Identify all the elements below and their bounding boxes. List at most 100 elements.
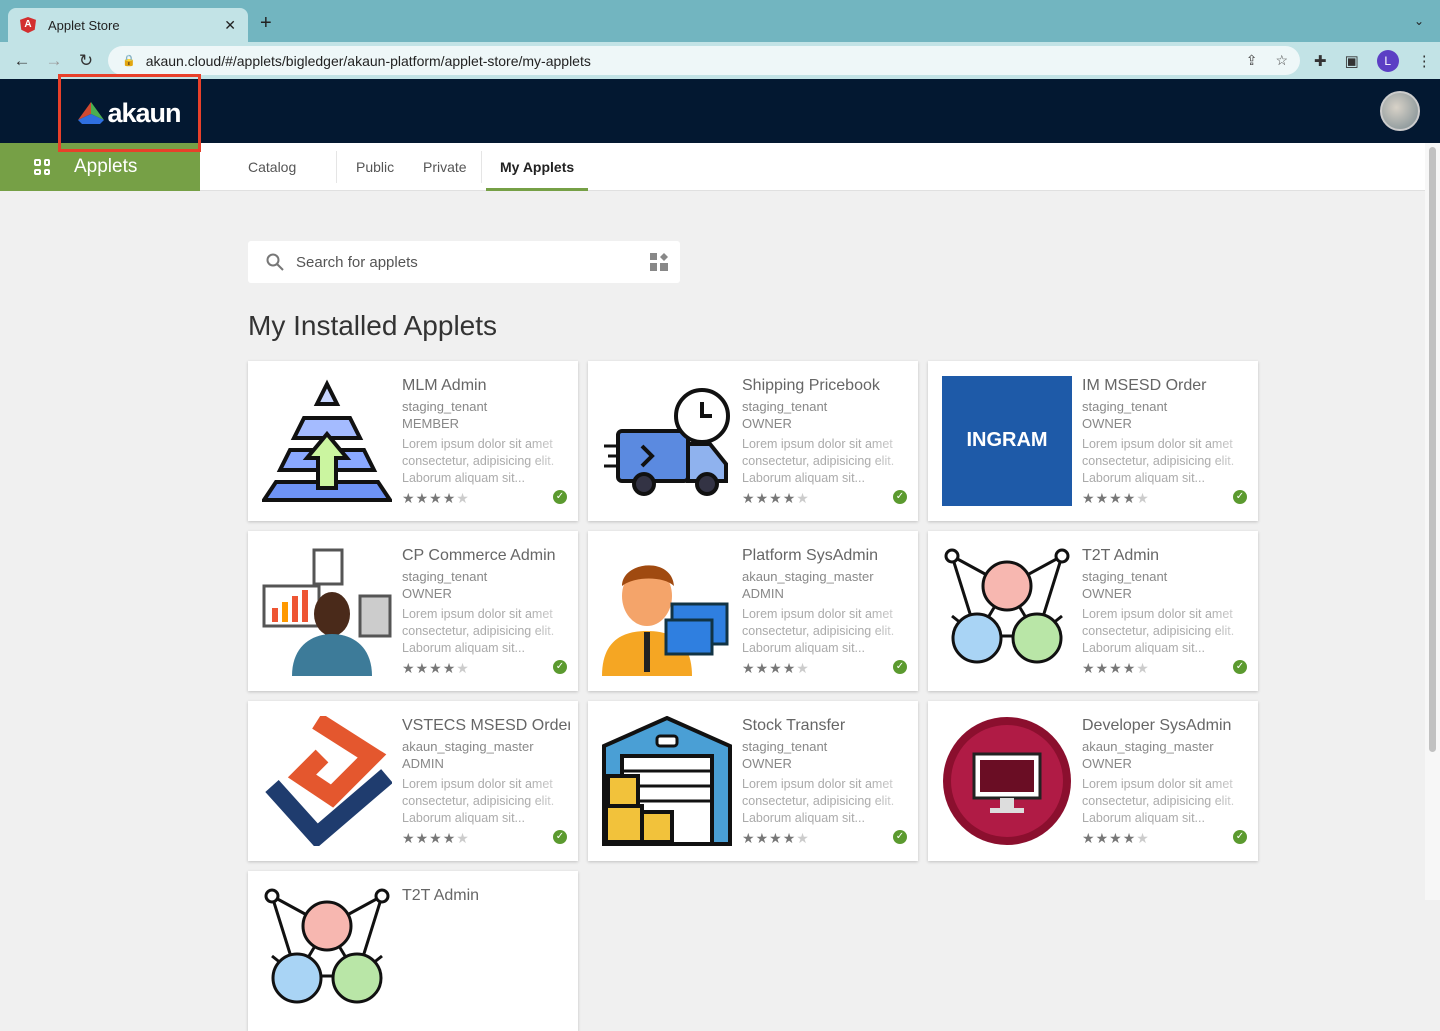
star-icon: ★ xyxy=(755,490,770,506)
star-icon: ★ xyxy=(742,660,756,676)
back-icon[interactable]: ← xyxy=(6,51,38,71)
star-icon: ★ xyxy=(415,490,430,506)
forward-icon[interactable]: → xyxy=(38,51,70,71)
side-panel-icon[interactable]: ▣ xyxy=(1345,52,1359,70)
share-icon[interactable]: ⇪ xyxy=(1246,52,1258,69)
star-icon: ★ xyxy=(456,660,470,676)
applet-description: Lorem ipsum dolor sit amet consectetur, … xyxy=(402,777,555,825)
applet-name: MLM Admin xyxy=(402,377,487,394)
applet-tenant: staging_tenant xyxy=(742,399,828,414)
applet-tenant: staging_tenant xyxy=(402,569,488,584)
applet-card[interactable]: Platform SysAdmin akaun_staging_master A… xyxy=(588,531,918,691)
applet-role: ADMIN xyxy=(742,586,784,601)
svg-text:INGRAM: INGRAM xyxy=(966,429,1047,451)
delivery-truck-icon xyxy=(602,376,732,506)
installed-check-icon: ✓ xyxy=(553,830,567,844)
star-icon: ★ xyxy=(782,830,797,846)
star-icon: ★ xyxy=(742,830,756,846)
url-text: akaun.cloud/#/applets/bigledger/akaun-pl… xyxy=(145,52,591,69)
view-toggle-icon[interactable] xyxy=(650,253,668,271)
tab-search-chevron-icon[interactable]: ⌄ xyxy=(1414,14,1424,28)
lock-icon: 🔒 xyxy=(122,55,136,67)
applet-card[interactable]: MLM Admin staging_tenant MEMBER Lorem ip… xyxy=(248,361,578,521)
rating-stars: ★★★★★ xyxy=(402,660,470,677)
applet-tenant: akaun_staging_master xyxy=(1082,739,1214,754)
tab-public[interactable]: Public xyxy=(356,143,394,191)
applet-name: IM MSESD Order xyxy=(1082,377,1207,394)
star-icon: ★ xyxy=(1136,660,1150,676)
applet-role: OWNER xyxy=(1082,416,1132,431)
installed-check-icon: ✓ xyxy=(553,660,567,674)
apps-grid-icon xyxy=(34,159,50,175)
applet-name: Shipping Pricebook xyxy=(742,377,880,394)
star-icon: ★ xyxy=(1136,830,1150,846)
applet-card[interactable]: T2T Admin staging_tenant OWNER Lorem ips… xyxy=(928,531,1258,691)
akaun-triangle-icon xyxy=(78,102,105,124)
search-bar[interactable]: Search for applets xyxy=(248,241,680,283)
applet-card[interactable]: Shipping Pricebook staging_tenant OWNER … xyxy=(588,361,918,521)
applet-description: Lorem ipsum dolor sit amet consectetur, … xyxy=(742,777,895,825)
pyramid-arrow-icon xyxy=(260,376,394,506)
applet-description: Lorem ipsum dolor sit amet consectetur, … xyxy=(742,607,895,655)
profile-avatar[interactable]: L xyxy=(1376,50,1399,72)
page-scrollbar[interactable] xyxy=(1425,143,1440,900)
new-tab-icon[interactable]: + xyxy=(260,12,272,35)
applet-role: OWNER xyxy=(742,756,792,771)
applet-card[interactable]: CP Commerce Admin staging_tenant OWNER L… xyxy=(248,531,578,691)
star-icon: ★ xyxy=(456,830,470,846)
search-icon xyxy=(266,253,284,271)
applet-tenant: akaun_staging_master xyxy=(742,569,874,584)
star-icon: ★ xyxy=(769,660,783,676)
extensions-icon[interactable]: ✚ xyxy=(1314,52,1327,70)
star-icon: ★ xyxy=(1122,830,1137,846)
applet-name: T2T Admin xyxy=(1082,547,1160,564)
applet-description: Lorem ipsum dolor sit amet consectetur, … xyxy=(402,437,555,485)
star-icon: ★ xyxy=(402,660,416,676)
tab-my-applets[interactable]: My Applets xyxy=(486,143,589,191)
rating-stars: ★★★★★ xyxy=(1082,490,1150,507)
reload-icon[interactable]: ↻ xyxy=(70,51,102,71)
browser-tab-bar: A Applet Store ✕ + ⌄ xyxy=(0,0,1440,42)
search-input[interactable]: Search for applets xyxy=(296,254,418,271)
tab-private[interactable]: Private xyxy=(423,143,467,191)
applet-description: Lorem ipsum dolor sit amet consectetur, … xyxy=(402,607,555,655)
installed-check-icon: ✓ xyxy=(893,830,907,844)
star-icon: ★ xyxy=(1122,490,1137,506)
applet-card[interactable]: Stock Transfer staging_tenant OWNER Lore… xyxy=(588,701,918,861)
installed-check-icon: ✓ xyxy=(893,660,907,674)
tab-title: Applet Store xyxy=(48,17,120,33)
star-icon: ★ xyxy=(429,490,443,506)
star-icon: ★ xyxy=(402,490,416,506)
star-icon: ★ xyxy=(1095,490,1110,506)
applet-tenant: staging_tenant xyxy=(402,399,488,414)
star-icon: ★ xyxy=(402,830,416,846)
applet-card[interactable]: T2T Admin xyxy=(248,871,578,1031)
applet-name: CP Commerce Admin xyxy=(402,547,556,564)
address-bar: ← → ↻ 🔒 akaun.cloud/#/applets/bigledger/… xyxy=(0,42,1440,79)
user-avatar[interactable] xyxy=(1380,91,1420,131)
rating-stars: ★★★★★ xyxy=(402,830,470,847)
akaun-logo[interactable]: akaun xyxy=(58,74,201,152)
applet-tenant: akaun_staging_master xyxy=(402,739,534,754)
applet-description: Lorem ipsum dolor sit amet consectetur, … xyxy=(1082,777,1235,825)
star-icon: ★ xyxy=(415,660,430,676)
star-icon: ★ xyxy=(796,490,810,506)
browser-menu-icon[interactable]: ⋮ xyxy=(1417,52,1432,70)
tab-catalog[interactable]: Catalog xyxy=(248,143,296,191)
close-tab-icon[interactable]: ✕ xyxy=(224,17,236,34)
applet-card[interactable]: INGRAM IM MSESD Order staging_tenant OWN… xyxy=(928,361,1258,521)
app-header xyxy=(0,79,1440,143)
network-people-icon xyxy=(942,546,1072,676)
warehouse-icon xyxy=(602,715,732,846)
bookmark-star-icon[interactable]: ☆ xyxy=(1275,52,1288,69)
browser-tab[interactable]: A Applet Store ✕ xyxy=(8,8,248,42)
star-icon: ★ xyxy=(442,660,457,676)
applet-card[interactable]: Developer SysAdmin akaun_staging_master … xyxy=(928,701,1258,861)
applet-card[interactable]: VSTECS MSESD Order akaun_staging_master … xyxy=(248,701,578,861)
applet-description xyxy=(402,909,570,960)
applet-name: Developer SysAdmin xyxy=(1082,717,1232,734)
star-icon: ★ xyxy=(1095,830,1110,846)
url-field[interactable]: 🔒 akaun.cloud/#/applets/bigledger/akaun-… xyxy=(108,46,1300,75)
installed-check-icon: ✓ xyxy=(553,490,567,504)
applet-description: Lorem ipsum dolor sit amet consectetur, … xyxy=(1082,437,1235,485)
